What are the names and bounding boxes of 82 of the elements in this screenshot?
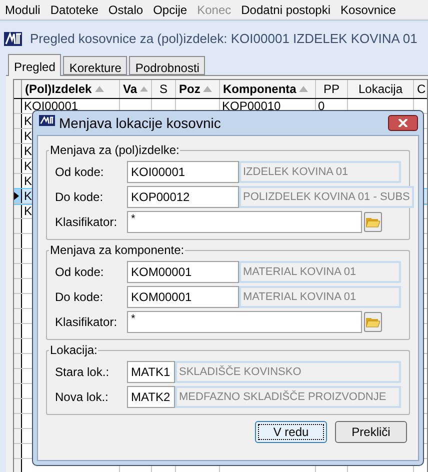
row-header[interactable] — [14, 324, 22, 338]
row-header[interactable] — [14, 189, 22, 203]
sort-arrow-icon — [94, 86, 104, 92]
row-header[interactable] — [14, 174, 22, 188]
row-header[interactable] — [14, 429, 22, 443]
row-header[interactable] — [14, 204, 22, 218]
group-title: Lokacija: — [49, 343, 98, 357]
code-field[interactable]: MATK1 — [127, 361, 175, 383]
column-header[interactable]: (Pol)Izdelek — [22, 80, 120, 98]
row-header[interactable] — [14, 384, 22, 398]
grid-corner — [14, 80, 22, 98]
description-field: POLIZDELEK KOVINA 01 - SUBS — [239, 186, 414, 208]
folder-icon — [366, 216, 380, 228]
browse-button[interactable] — [364, 212, 382, 232]
row-header[interactable] — [14, 159, 22, 173]
menu-item[interactable]: Datoteke — [45, 0, 104, 18]
row-header[interactable] — [14, 219, 22, 233]
menu-item[interactable]: Dodatni postopki — [236, 0, 336, 18]
row-header[interactable] — [14, 414, 22, 428]
description-field: SKLADIŠČE KOVINSKO — [175, 361, 401, 383]
menu-item[interactable]: Moduli — [0, 0, 46, 18]
group-title: Menjava za (pol)izdelke: — [49, 143, 180, 157]
sort-arrow-icon — [299, 86, 308, 92]
menu-item[interactable]: Opcije — [148, 0, 192, 18]
row-header[interactable] — [14, 279, 22, 293]
column-header[interactable]: Komponenta — [220, 80, 316, 98]
column-header[interactable]: PP — [316, 80, 348, 98]
column-header[interactable]: Poz — [176, 80, 220, 98]
description-field: MATERIAL KOVINA 01 — [239, 286, 401, 308]
folder-icon — [366, 316, 380, 328]
row-header[interactable] — [14, 144, 22, 158]
column-header[interactable]: Lokacija — [348, 80, 414, 98]
tab[interactable]: Korekture — [63, 56, 128, 75]
row-header[interactable] — [14, 399, 22, 413]
row-header[interactable] — [14, 444, 22, 458]
sort-arrow-icon — [140, 86, 148, 92]
field-label: Do kode: — [55, 189, 104, 206]
app-logo-icon — [39, 115, 55, 126]
sort-arrow-icon — [203, 86, 212, 92]
menu-item[interactable]: Ostalo — [103, 0, 148, 18]
code-field[interactable]: MATK2 — [127, 386, 175, 408]
description-field: IZDELEK KOVINA 01 — [239, 161, 401, 183]
row-header[interactable] — [14, 309, 22, 323]
field-label: Od kode: — [55, 264, 105, 281]
tab[interactable]: Pregled — [8, 54, 62, 76]
close-button[interactable] — [388, 115, 418, 131]
code-field[interactable]: KOP00012 — [127, 186, 239, 208]
column-header[interactable]: Va — [120, 80, 152, 98]
menu-item[interactable]: Kosovnice — [336, 0, 401, 18]
row-header[interactable] — [14, 339, 22, 353]
row-header[interactable] — [14, 249, 22, 263]
dialog-button[interactable]: V redu — [255, 421, 327, 443]
tab[interactable]: Podrobnosti — [129, 56, 206, 75]
app-logo-icon — [4, 32, 22, 46]
row-header[interactable] — [14, 114, 22, 128]
row-header[interactable] — [14, 369, 22, 383]
row-header[interactable] — [14, 294, 22, 308]
dialog-button[interactable]: Prekliči — [335, 421, 407, 443]
column-header[interactable]: S — [152, 80, 176, 98]
field-label: Nova lok.: — [55, 389, 110, 406]
row-pointer-icon — [14, 192, 19, 200]
code-field[interactable]: KOM00001 — [127, 286, 239, 308]
column-header[interactable]: C — [414, 80, 427, 98]
code-field[interactable]: KOM00001 — [127, 261, 239, 283]
row-header[interactable] — [14, 99, 22, 113]
field-label: Stara lok.: — [55, 364, 110, 381]
window-title: Pregled kosovnice za (pol)izdelek: KOI00001 IZDELEK KOVINA 01 — [30, 30, 418, 48]
row-header[interactable] — [14, 264, 22, 278]
row-header[interactable] — [14, 459, 22, 472]
close-icon — [398, 119, 408, 127]
classifier-field[interactable]: * — [127, 211, 362, 233]
field-label: Klasifikator: — [55, 314, 118, 331]
browse-button[interactable] — [364, 312, 382, 332]
row-header[interactable] — [14, 354, 22, 368]
code-field[interactable]: KOI00001 — [127, 161, 239, 183]
description-field: MEDFAZNO SKLADIŠČE PROIZVODNJE — [175, 386, 401, 408]
row-header[interactable] — [14, 129, 22, 143]
classifier-field[interactable]: * — [127, 311, 362, 333]
field-label: Do kode: — [55, 289, 104, 306]
group-title: Menjava za komponente: — [49, 243, 186, 257]
row-header[interactable] — [14, 234, 22, 248]
description-field: MATERIAL KOVINA 01 — [239, 261, 401, 283]
